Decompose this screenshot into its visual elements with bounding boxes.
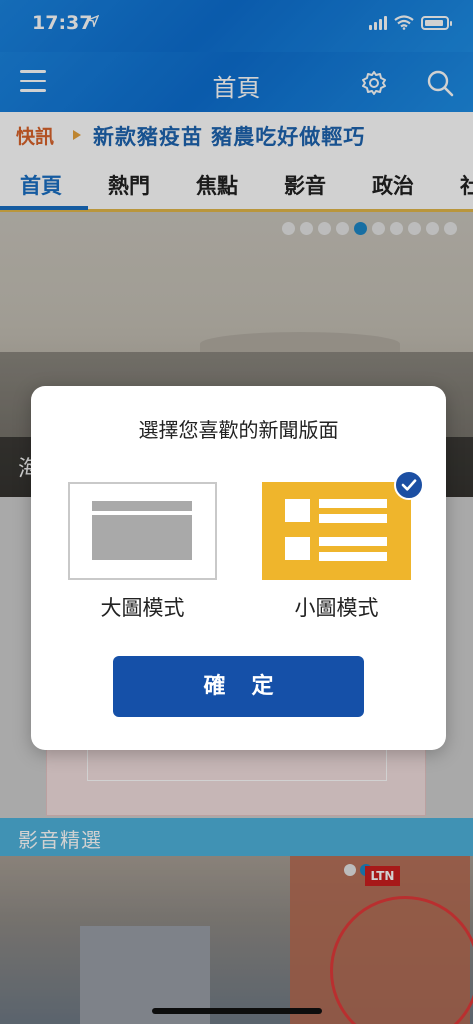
layout-preview-line xyxy=(319,499,387,508)
layout-preview-thumb xyxy=(285,499,310,522)
layout-preview-headline xyxy=(92,501,192,511)
large-image-mode-label[interactable]: 大圖模式 xyxy=(68,592,217,622)
layout-preview-thumb xyxy=(285,537,310,560)
confirm-button[interactable]: 確定 xyxy=(113,656,364,717)
checkmark-icon xyxy=(394,470,424,500)
layout-preview-line xyxy=(319,537,387,546)
small-image-mode-label[interactable]: 小圖模式 xyxy=(262,592,411,622)
dialog-title: 選擇您喜歡的新聞版面 xyxy=(138,418,339,442)
layout-preview-image xyxy=(92,515,192,560)
large-image-mode-option[interactable] xyxy=(68,482,217,580)
layout-preview-line xyxy=(319,514,387,523)
layout-preview-line xyxy=(319,552,387,561)
layout-picker-dialog: 選擇您喜歡的新聞版面 大圖模式 小圖模式 確定 xyxy=(31,386,446,750)
small-image-mode-option[interactable] xyxy=(262,482,411,580)
